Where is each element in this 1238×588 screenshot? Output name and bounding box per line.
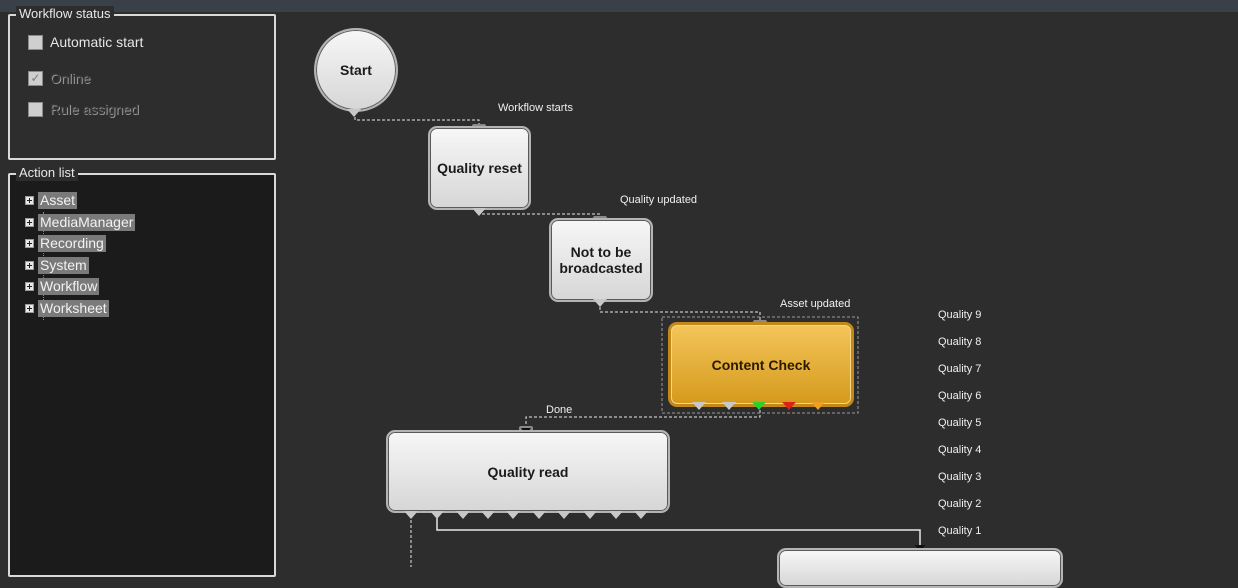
output-port-icon[interactable] [472,208,486,216]
quality-label: Quality 6 [938,390,982,402]
title-bar [0,0,1238,12]
action-tree: Asset MediaManager Recording System Work… [24,190,136,320]
node-label: Not to be broadcasted [559,244,643,276]
workflow-status-title: Workflow status [16,6,114,22]
output-port-icon[interactable] [722,402,736,410]
quality-label: Quality 3 [938,471,982,483]
not-broadcasted-node[interactable]: Not to be broadcasted [549,218,653,302]
tree-item-mediamanager[interactable]: MediaManager [24,212,136,234]
expand-icon[interactable] [25,260,34,270]
quality-label: Quality 1 [938,525,982,537]
expand-icon[interactable] [25,282,34,292]
quality-label: Quality 7 [938,363,982,375]
checkmark-icon: ✓ [28,70,43,86]
output-port-icon[interactable] [557,511,571,519]
output-port-warning-icon[interactable] [811,402,825,410]
connector-start-to-reset [354,117,480,126]
expand-icon[interactable] [25,239,34,249]
quality-label: Quality 8 [938,336,982,348]
output-port-icon[interactable] [506,511,520,519]
expand-icon[interactable] [25,303,34,313]
expand-icon[interactable] [25,196,34,206]
start-node[interactable]: Start [314,28,398,112]
tree-item-label[interactable]: Recording [38,235,106,253]
checkbox-box[interactable] [28,34,43,50]
output-port-icon[interactable] [347,109,361,117]
next-node[interactable] [777,548,1063,588]
tree-item-system[interactable]: System [24,255,135,277]
output-port-icon[interactable] [404,511,418,519]
checkbox-label: Rule assigned [50,101,139,117]
tree-item-label[interactable]: System [38,256,89,274]
node-label: Start [340,62,372,78]
connector-broadcast-to-check [599,302,761,324]
node-label: Content Check [711,356,811,373]
online-checkbox: ✓ Online [28,69,90,87]
output-port-icon[interactable] [609,511,623,519]
quality-reset-node[interactable]: Quality reset [428,126,531,210]
expand-icon[interactable] [25,217,34,227]
quality-label: Quality 2 [938,498,982,510]
output-port-error-icon[interactable] [782,402,796,410]
flow-label: Workflow starts [498,102,573,114]
output-port-success-icon[interactable] [752,402,766,410]
output-port-icon[interactable] [532,511,546,519]
quality-label: Quality 9 [938,309,982,321]
action-list-title: Action list [16,165,78,181]
output-port-icon[interactable] [430,511,444,519]
quality-label: Quality 4 [938,444,982,456]
output-port-icon[interactable] [692,402,706,410]
output-port-icon[interactable] [593,299,607,307]
flow-label: Done [546,404,573,416]
tree-item-label[interactable]: MediaManager [38,213,136,231]
rule-assigned-checkbox: Rule assigned [28,100,139,118]
tree-item-label[interactable]: Worksheet [38,299,109,317]
tree-item-workflow[interactable]: Workflow [24,276,135,298]
checkbox-box [28,101,43,117]
content-check-node[interactable]: Content Check [668,322,854,407]
tree-item-recording[interactable]: Recording [24,233,135,255]
quality-label: Quality 5 [938,417,982,429]
flow-label: Quality updated [620,194,698,206]
output-port-icon[interactable] [456,511,470,519]
output-port-icon[interactable] [481,511,495,519]
tree-item-worksheet[interactable]: Worksheet [24,298,135,320]
node-label: Quality read [487,463,569,480]
tree-item-label[interactable]: Asset [38,192,78,210]
output-port-icon[interactable] [583,511,597,519]
tree-item-asset[interactable]: Asset [24,190,135,212]
automatic-start-checkbox[interactable]: Automatic start [28,33,143,51]
quality-read-node[interactable]: Quality read [386,430,670,513]
flow-label: Asset updated [780,298,851,310]
checkbox-label: Automatic start [50,34,144,50]
workflow-status-group: Workflow status Automatic start ✓ Online… [8,6,276,160]
tree-item-label[interactable]: Workflow [38,278,100,296]
workflow-canvas[interactable]: Start Workflow starts Quality reset Qual… [280,12,1238,588]
action-list-group: Action list Asset MediaManager Recording… [8,165,276,577]
node-label: Quality reset [437,160,522,176]
checkbox-label: Online [50,70,91,86]
connector-read-to-next [436,515,921,549]
output-port-icon[interactable] [634,511,648,519]
